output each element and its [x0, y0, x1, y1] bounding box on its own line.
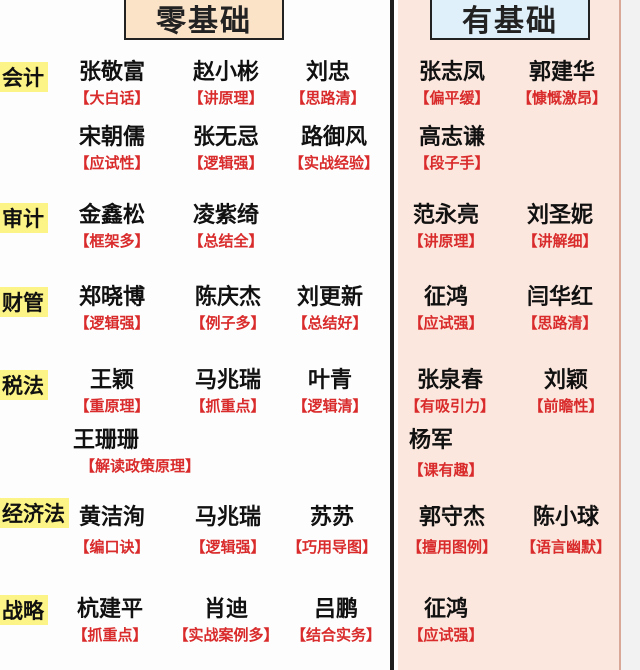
teacher-tag: 【逻辑清】 — [292, 397, 368, 415]
teacher-tag: 【巧用导图】 — [286, 538, 377, 556]
subject-financial-management: 财管 — [0, 287, 48, 317]
teacher-card: 征鸿 【应试强】 — [381, 597, 511, 645]
teacher-card: 郭建华 【慷慨激昂】 — [497, 60, 627, 108]
teacher-name: 征鸿 — [423, 597, 468, 622]
teacher-name: 闫华红 — [526, 285, 593, 310]
teacher-card: 高志谦 【段子手】 — [387, 125, 517, 173]
teacher-name: 黄洁洵 — [78, 505, 145, 530]
teacher-card: 刘圣妮 【讲解细】 — [495, 203, 625, 251]
teacher-tag: 【思路清】 — [522, 314, 598, 332]
teacher-name: 杭建平 — [76, 597, 143, 622]
teacher-name: 张泉春 — [416, 368, 483, 393]
teacher-tag: 【课有趣】 — [408, 461, 484, 479]
teacher-card: 宋朝儒 【应试性】 — [47, 125, 177, 173]
teacher-name: 郭建华 — [528, 60, 595, 85]
teacher-name: 张敬富 — [78, 60, 145, 85]
teacher-card: 凌紫绮 【总结全】 — [161, 203, 291, 251]
teacher-card: 叶青 【逻辑清】 — [265, 368, 395, 416]
teacher-tag: 【讲解细】 — [522, 232, 598, 250]
teacher-tag: 【应试性】 — [74, 154, 150, 172]
teacher-tag: 【有吸引力】 — [404, 397, 495, 415]
teacher-tag: 【解读政策原理】 — [79, 457, 200, 475]
teacher-card: 王珊珊 【解读政策原理】 — [65, 428, 215, 476]
teacher-name: 郭守杰 — [418, 505, 485, 530]
teacher-tag: 【语言幽默】 — [520, 538, 611, 556]
teacher-tag: 【应试强】 — [408, 626, 484, 644]
teacher-tag: 【总结好】 — [292, 314, 368, 332]
teacher-card: 杨军 【课有趣】 — [381, 428, 511, 480]
teacher-tag: 【擅用图例】 — [406, 538, 497, 556]
teacher-tag: 【慷慨激昂】 — [516, 89, 607, 107]
teacher-card: 张敬富 【大白话】 — [47, 60, 177, 108]
teacher-card: 黄洁洵 【编口诀】 — [47, 505, 177, 557]
teacher-name: 金鑫松 — [78, 203, 145, 228]
teacher-card: 杭建平 【抓重点】 — [45, 597, 175, 645]
teacher-name: 杨军 — [409, 428, 454, 453]
teacher-name: 高志谦 — [418, 125, 485, 150]
teacher-card: 范永亮 【讲原理】 — [381, 203, 511, 251]
teacher-name: 叶青 — [307, 368, 352, 393]
teacher-tag: 【实战经验】 — [288, 154, 379, 172]
teacher-tag: 【思路清】 — [290, 89, 366, 107]
teacher-name: 王珊珊 — [73, 428, 140, 453]
teacher-tag: 【段子手】 — [414, 154, 490, 172]
teacher-name: 王颖 — [89, 368, 134, 393]
teacher-card: 王颖 【重原理】 — [47, 368, 177, 416]
teacher-tag: 【逻辑强】 — [74, 314, 150, 332]
teacher-name: 苏苏 — [309, 505, 354, 530]
teacher-name: 路御风 — [300, 125, 367, 150]
teacher-card: 苏苏 【巧用导图】 — [267, 505, 397, 557]
teacher-tag: 【抓重点】 — [72, 626, 148, 644]
teacher-card: 征鸿 【应试强】 — [381, 285, 511, 333]
teacher-tag: 【讲原理】 — [408, 232, 484, 250]
teacher-name: 范永亮 — [412, 203, 479, 228]
teacher-name: 陈小球 — [532, 505, 599, 530]
subject-audit: 审计 — [0, 203, 48, 233]
teacher-name: 郑晓博 — [78, 285, 145, 310]
teacher-card: 刘颖 【前瞻性】 — [501, 368, 631, 416]
teacher-tag: 【前瞻性】 — [528, 397, 604, 415]
teacher-card: 刘更新 【总结好】 — [265, 285, 395, 333]
teacher-card: 张泉春 【有吸引力】 — [385, 368, 515, 416]
teacher-card: 刘忠 【思路清】 — [263, 60, 393, 108]
teacher-tag: 【总结全】 — [188, 232, 264, 250]
teacher-card: 郭守杰 【擅用图例】 — [387, 505, 517, 557]
teacher-card: 路御风 【实战经验】 — [269, 125, 399, 173]
teacher-name: 刘圣妮 — [526, 203, 593, 228]
teacher-card: 陈小球 【语言幽默】 — [501, 505, 631, 557]
teacher-name: 刘颖 — [543, 368, 588, 393]
teacher-name: 刘忠 — [305, 60, 350, 85]
subject-strategy: 战略 — [0, 595, 48, 625]
header-zero-basis: 零基础 — [124, 0, 284, 40]
teacher-name: 刘更新 — [296, 285, 363, 310]
teacher-name: 宋朝儒 — [78, 125, 145, 150]
teacher-card: 金鑫松 【框架多】 — [47, 203, 177, 251]
subject-accounting: 会计 — [0, 62, 48, 92]
teacher-name: 征鸿 — [423, 285, 468, 310]
teacher-tag: 【大白话】 — [74, 89, 150, 107]
teacher-card: 闫华红 【思路清】 — [495, 285, 625, 333]
teacher-tag: 【框架多】 — [74, 232, 150, 250]
teacher-tag: 【编口诀】 — [74, 538, 150, 556]
teacher-tag: 【重原理】 — [74, 397, 150, 415]
teacher-name: 凌紫绮 — [192, 203, 259, 228]
subject-tax-law: 税法 — [0, 370, 48, 400]
teacher-tag: 【应试强】 — [408, 314, 484, 332]
teacher-card: 郑晓博 【逻辑强】 — [47, 285, 177, 333]
header-some-basis: 有基础 — [430, 0, 590, 40]
